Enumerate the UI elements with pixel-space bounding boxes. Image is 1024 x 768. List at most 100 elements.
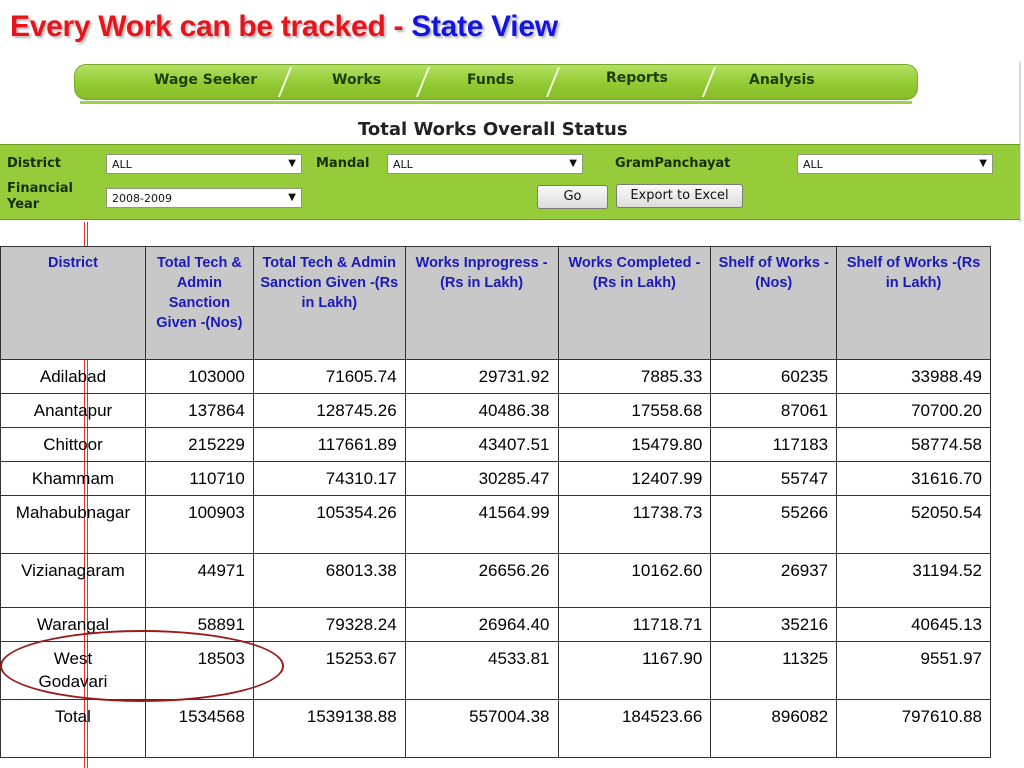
export-to-excel-button[interactable]: Export to Excel	[616, 184, 743, 208]
grampanchayat-label: GramPanchayat	[615, 156, 731, 171]
table-row: Khammam 110710 74310.17 30285.47 12407.9…	[0, 461, 991, 496]
slide-title: Every Work can be tracked - State View	[10, 10, 558, 44]
financial-year-select-value: 2008-2009	[112, 192, 172, 205]
table-cell: 70700.20	[836, 393, 991, 428]
table-cell: 40486.38	[404, 393, 559, 428]
chevron-down-icon: ▼	[288, 192, 296, 203]
nav-underline	[80, 101, 912, 104]
nav-item-reports[interactable]: Reports	[606, 70, 668, 86]
table-total-row: Total 1534568 1539138.88 557004.38 18452…	[0, 699, 991, 758]
mandal-select-value: ALL	[393, 158, 413, 171]
table-cell: 128745.26	[252, 393, 406, 428]
page-title: Total Works Overall Status	[358, 119, 628, 140]
table-cell: 55266	[710, 495, 838, 554]
table-cell: 11718.71	[557, 607, 712, 642]
column-header-sanction-lakh: Total Tech & Admin Sanction Given -(Rs i…	[252, 246, 406, 360]
table-cell: 26937	[710, 553, 838, 608]
slide-title-text: Every Work can be tracked -	[10, 10, 412, 43]
table-cell: 215229	[144, 427, 254, 462]
table-row: West Godavari 18503 15253.67 4533.81 116…	[0, 641, 991, 700]
table-cell: 103000	[144, 359, 254, 394]
mandal-select[interactable]: ALL ▼	[387, 154, 583, 174]
table-cell: 60235	[710, 359, 838, 394]
table-cell: 87061	[710, 393, 838, 428]
table-cell: 58891	[144, 607, 254, 642]
column-header-shelf-lakh: Shelf of Works -(Rs in Lakh)	[836, 246, 991, 360]
district-select[interactable]: ALL ▼	[106, 154, 302, 174]
financial-year-label-line2: Year	[7, 197, 40, 212]
table-cell: 797610.88	[836, 699, 991, 758]
table-cell: 1539138.88	[252, 699, 406, 758]
table-cell: 29731.92	[404, 359, 559, 394]
table-cell: 79328.24	[252, 607, 406, 642]
table-row: Mahabubnagar 100903 105354.26 41564.99 1…	[0, 495, 991, 554]
table-cell: 55747	[710, 461, 838, 496]
table-cell-district: Chittoor	[0, 427, 146, 462]
table-cell: 137864	[144, 393, 254, 428]
table-cell: 74310.17	[252, 461, 406, 496]
nav-item-wage-seeker[interactable]: Wage Seeker	[154, 72, 257, 88]
financial-year-label: Financial Year	[7, 181, 73, 213]
table-row: Chittoor 215229 117661.89 43407.51 15479…	[0, 427, 991, 462]
grampanchayat-select-value: ALL	[803, 158, 823, 171]
column-header-completed: Works Completed -(Rs in Lakh)	[557, 246, 712, 360]
table-cell: 896082	[710, 699, 838, 758]
table-cell: 40645.13	[836, 607, 991, 642]
column-header-sanction-nos: Total Tech & Admin Sanction Given -(Nos)	[144, 246, 254, 360]
table-cell-district: Adilabad	[0, 359, 146, 394]
column-header-shelf-nos: Shelf of Works -(Nos)	[710, 246, 838, 360]
table-row: Vizianagaram 44971 68013.38 26656.26 101…	[0, 553, 991, 608]
table-cell: 31616.70	[836, 461, 991, 496]
table-cell: 31194.52	[836, 553, 991, 608]
financial-year-label-line1: Financial	[7, 181, 74, 196]
chevron-down-icon: ▼	[979, 158, 987, 169]
table-cell: 52050.54	[836, 495, 991, 554]
table-header-row: District Total Tech & Admin Sanction Giv…	[0, 246, 991, 360]
table-cell: 11738.73	[557, 495, 712, 554]
mandal-label: Mandal	[316, 156, 370, 171]
table-cell: 18503	[144, 641, 254, 700]
table-cell: 17558.68	[557, 393, 712, 428]
table-cell-district: Warangal	[0, 607, 146, 642]
table-row: Warangal 58891 79328.24 26964.40 11718.7…	[0, 607, 991, 642]
table-cell: 1167.90	[557, 641, 712, 700]
go-button[interactable]: Go	[537, 185, 608, 209]
table-cell: 117183	[710, 427, 838, 462]
main-navigation: Wage Seeker Works Funds Reports Analysis	[74, 64, 918, 104]
nav-item-works[interactable]: Works	[332, 72, 381, 88]
table-cell: 557004.38	[404, 699, 559, 758]
slide-title-highlight: State View	[411, 10, 558, 43]
table-cell: 33988.49	[836, 359, 991, 394]
table-cell-district: Vizianagaram	[0, 553, 146, 608]
table-cell: 10162.60	[557, 553, 712, 608]
table-cell: 1534568	[144, 699, 254, 758]
table-cell: 26656.26	[404, 553, 559, 608]
table-cell: 9551.97	[836, 641, 991, 700]
nav-item-funds[interactable]: Funds	[467, 72, 514, 88]
table-cell: 71605.74	[252, 359, 406, 394]
district-label: District	[7, 156, 61, 171]
financial-year-select[interactable]: 2008-2009 ▼	[106, 188, 302, 208]
table-cell: 7885.33	[557, 359, 712, 394]
table-cell: 4533.81	[404, 641, 559, 700]
table-cell: 43407.51	[404, 427, 559, 462]
table-cell: 12407.99	[557, 461, 712, 496]
grampanchayat-select[interactable]: ALL ▼	[797, 154, 993, 174]
table-cell: 35216	[710, 607, 838, 642]
column-header-inprogress: Works Inprogress -(Rs in Lakh)	[404, 246, 559, 360]
filter-panel: District ALL ▼ Mandal ALL ▼ GramPanchaya…	[0, 144, 1020, 220]
table-cell: 41564.99	[404, 495, 559, 554]
district-select-value: ALL	[112, 158, 132, 171]
table-cell: 15253.67	[252, 641, 406, 700]
table-cell-district: Mahabubnagar	[0, 495, 146, 554]
table-cell: 110710	[144, 461, 254, 496]
table-cell: 44971	[144, 553, 254, 608]
table-cell-district: Khammam	[0, 461, 146, 496]
table-row: Anantapur 137864 128745.26 40486.38 1755…	[0, 393, 991, 428]
table-cell: 68013.38	[252, 553, 406, 608]
table-cell: 26964.40	[404, 607, 559, 642]
table-cell: 117661.89	[252, 427, 406, 462]
table-cell-district: Anantapur	[0, 393, 146, 428]
table-cell: 15479.80	[557, 427, 712, 462]
nav-item-analysis[interactable]: Analysis	[749, 72, 815, 88]
